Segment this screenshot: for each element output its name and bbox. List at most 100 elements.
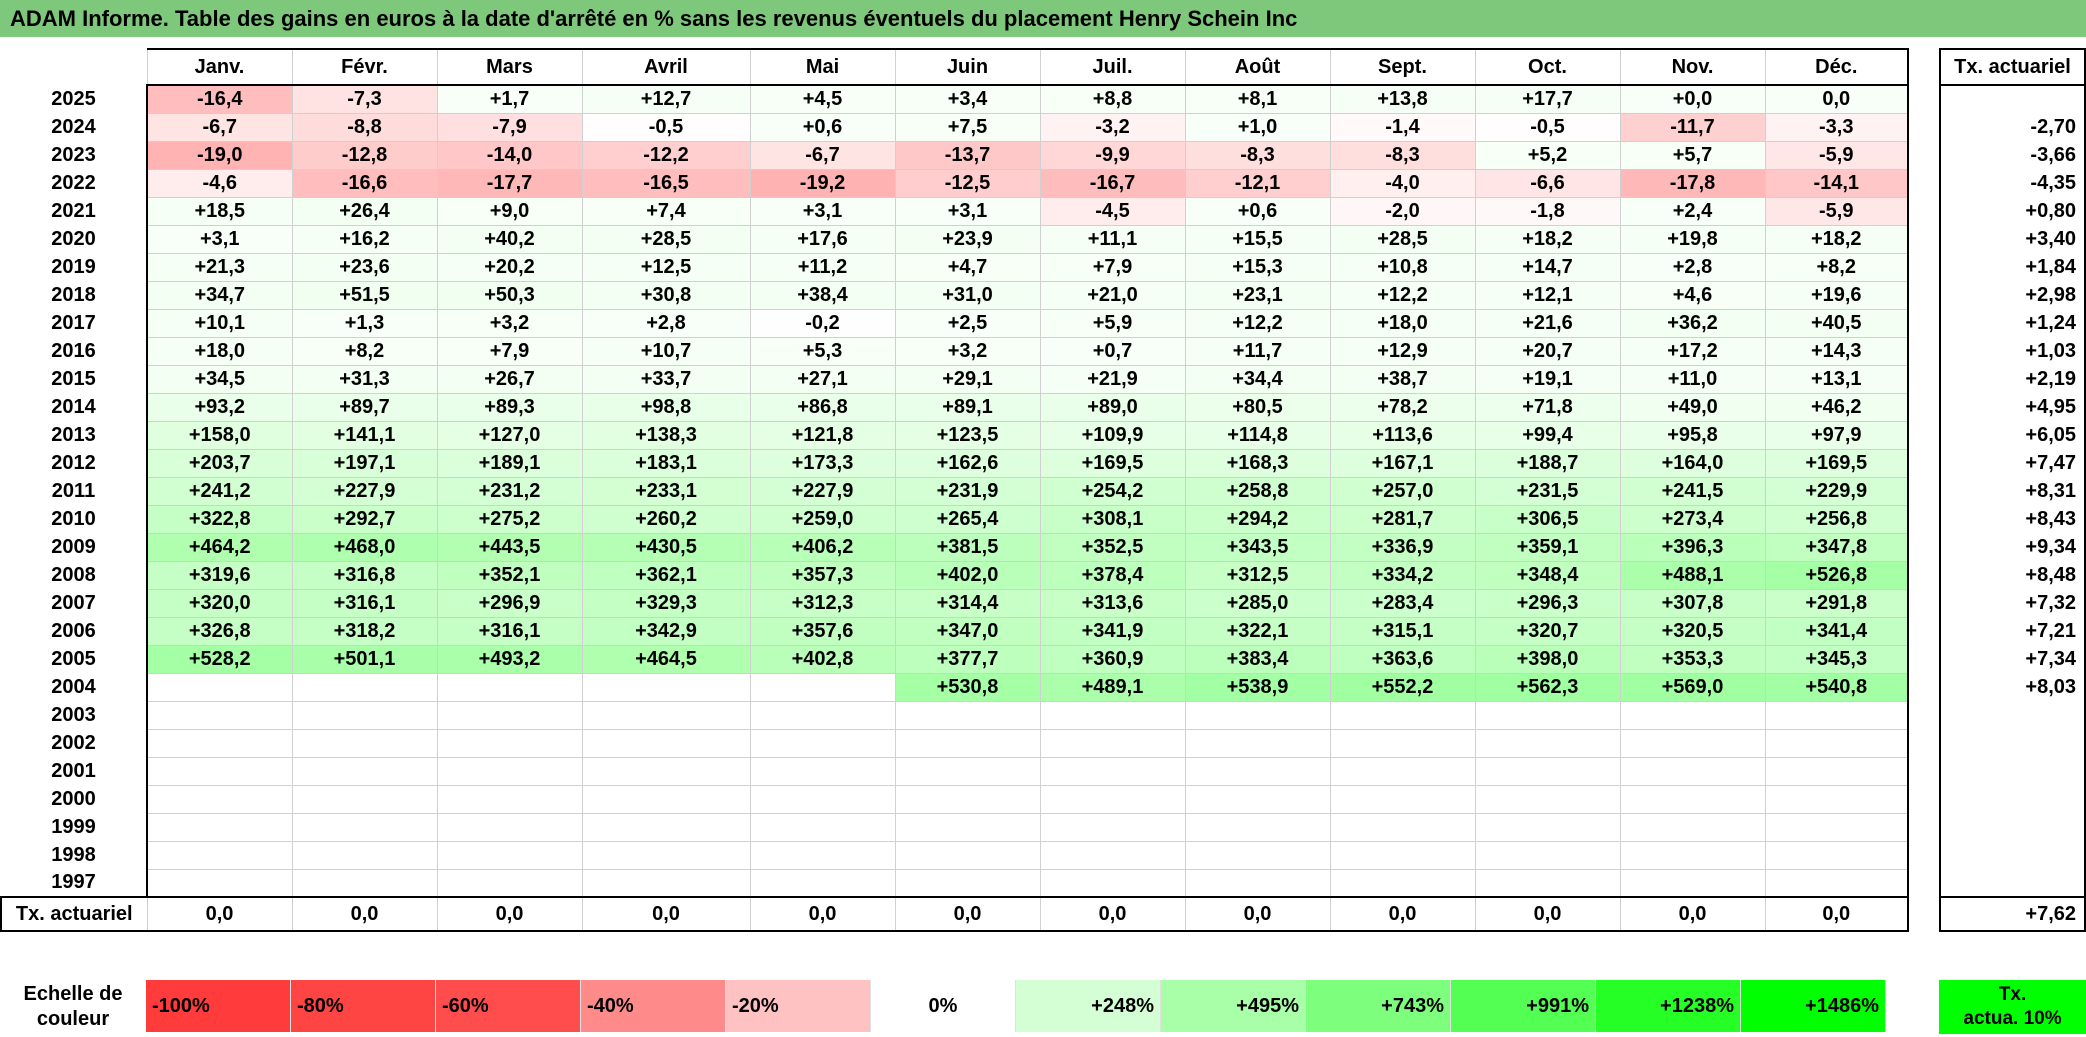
- gain-cell[interactable]: +19,6: [1764, 280, 1909, 310]
- gain-cell[interactable]: +312,3: [749, 588, 896, 618]
- gain-cell[interactable]: [1474, 728, 1621, 758]
- gain-cell[interactable]: +343,5: [1184, 532, 1331, 562]
- gain-cell[interactable]: +89,0: [1039, 392, 1186, 422]
- gain-cell[interactable]: +322,1: [1184, 616, 1331, 646]
- gain-cell[interactable]: +345,3: [1764, 644, 1909, 674]
- gain-cell[interactable]: +21,9: [1039, 364, 1186, 394]
- gain-cell[interactable]: +231,9: [894, 476, 1041, 506]
- gain-cell[interactable]: +316,1: [291, 588, 438, 618]
- gain-cell[interactable]: [1039, 728, 1186, 758]
- gain-cell[interactable]: +164,0: [1619, 448, 1766, 478]
- gain-cell[interactable]: +3,1: [146, 224, 293, 254]
- gain-cell[interactable]: -7,3: [291, 84, 438, 114]
- gain-cell[interactable]: +31,3: [291, 364, 438, 394]
- gain-cell[interactable]: +296,9: [436, 588, 583, 618]
- gain-cell[interactable]: -16,5: [581, 168, 751, 198]
- gain-cell[interactable]: [581, 840, 751, 870]
- gain-cell[interactable]: +363,6: [1329, 644, 1476, 674]
- gain-cell[interactable]: [749, 812, 896, 842]
- gain-cell[interactable]: -8,8: [291, 112, 438, 142]
- gain-cell[interactable]: +294,2: [1184, 504, 1331, 534]
- gain-cell[interactable]: -4,5: [1039, 196, 1186, 226]
- gain-cell[interactable]: [894, 868, 1041, 898]
- gain-cell[interactable]: [291, 840, 438, 870]
- gain-cell[interactable]: [1619, 756, 1766, 786]
- gain-cell[interactable]: [1184, 868, 1331, 898]
- gain-cell[interactable]: [291, 784, 438, 814]
- gain-cell[interactable]: +306,5: [1474, 504, 1621, 534]
- gain-cell[interactable]: +296,3: [1474, 588, 1621, 618]
- gain-cell[interactable]: [1329, 840, 1476, 870]
- gain-cell[interactable]: +19,8: [1619, 224, 1766, 254]
- gain-cell[interactable]: +80,5: [1184, 392, 1331, 422]
- gain-cell[interactable]: +488,1: [1619, 560, 1766, 590]
- gain-cell[interactable]: +468,0: [291, 532, 438, 562]
- gain-cell[interactable]: +9,0: [436, 196, 583, 226]
- gain-cell[interactable]: +11,2: [749, 252, 896, 282]
- gain-cell[interactable]: +98,8: [581, 392, 751, 422]
- gain-cell[interactable]: +5,3: [749, 336, 896, 366]
- gain-cell[interactable]: [291, 812, 438, 842]
- gain-cell[interactable]: +138,3: [581, 420, 751, 450]
- gain-cell[interactable]: +78,2: [1329, 392, 1476, 422]
- gain-cell[interactable]: +316,8: [291, 560, 438, 590]
- gain-cell[interactable]: [1039, 812, 1186, 842]
- gain-cell[interactable]: +4,6: [1619, 280, 1766, 310]
- gain-cell[interactable]: [291, 728, 438, 758]
- gain-cell[interactable]: +347,8: [1764, 532, 1909, 562]
- gain-cell[interactable]: +23,6: [291, 252, 438, 282]
- gain-cell[interactable]: +50,3: [436, 280, 583, 310]
- gain-cell[interactable]: +241,2: [146, 476, 293, 506]
- gain-cell[interactable]: +292,7: [291, 504, 438, 534]
- gain-cell[interactable]: [1474, 868, 1621, 898]
- gain-cell[interactable]: +2,8: [581, 308, 751, 338]
- gain-cell[interactable]: [1474, 840, 1621, 870]
- gain-cell[interactable]: +26,4: [291, 196, 438, 226]
- gain-cell[interactable]: [436, 728, 583, 758]
- gain-cell[interactable]: +4,5: [749, 84, 896, 114]
- gain-cell[interactable]: +20,7: [1474, 336, 1621, 366]
- gain-cell[interactable]: -6,7: [749, 140, 896, 170]
- gain-cell[interactable]: [436, 868, 583, 898]
- gain-cell[interactable]: +173,3: [749, 448, 896, 478]
- gain-cell[interactable]: +227,9: [749, 476, 896, 506]
- gain-cell[interactable]: +334,2: [1329, 560, 1476, 590]
- gain-cell[interactable]: [1329, 756, 1476, 786]
- gain-cell[interactable]: +281,7: [1329, 504, 1476, 534]
- gain-cell[interactable]: +258,8: [1184, 476, 1331, 506]
- gain-cell[interactable]: +377,7: [894, 644, 1041, 674]
- gain-cell[interactable]: +464,2: [146, 532, 293, 562]
- gain-cell[interactable]: +38,4: [749, 280, 896, 310]
- gain-cell[interactable]: +114,8: [1184, 420, 1331, 450]
- gain-cell[interactable]: +89,7: [291, 392, 438, 422]
- gain-cell[interactable]: [1184, 700, 1331, 730]
- gain-cell[interactable]: [1039, 700, 1186, 730]
- gain-cell[interactable]: +342,9: [581, 616, 751, 646]
- gain-cell[interactable]: +10,7: [581, 336, 751, 366]
- gain-cell[interactable]: +189,1: [436, 448, 583, 478]
- gain-cell[interactable]: +71,8: [1474, 392, 1621, 422]
- gain-cell[interactable]: [581, 672, 751, 702]
- gain-cell[interactable]: [436, 672, 583, 702]
- gain-cell[interactable]: -4,0: [1329, 168, 1476, 198]
- gain-cell[interactable]: [146, 784, 293, 814]
- gain-cell[interactable]: +360,9: [1039, 644, 1186, 674]
- gain-cell[interactable]: [1764, 756, 1909, 786]
- gain-cell[interactable]: +14,7: [1474, 252, 1621, 282]
- gain-cell[interactable]: +352,1: [436, 560, 583, 590]
- gain-cell[interactable]: +320,7: [1474, 616, 1621, 646]
- gain-cell[interactable]: [1474, 812, 1621, 842]
- gain-cell[interactable]: +0,0: [1619, 84, 1766, 114]
- gain-cell[interactable]: +254,2: [1039, 476, 1186, 506]
- gain-cell[interactable]: +329,3: [581, 588, 751, 618]
- gain-cell[interactable]: [291, 868, 438, 898]
- gain-cell[interactable]: +275,2: [436, 504, 583, 534]
- gain-cell[interactable]: +319,6: [146, 560, 293, 590]
- gain-cell[interactable]: +30,8: [581, 280, 751, 310]
- gain-cell[interactable]: +21,3: [146, 252, 293, 282]
- gain-cell[interactable]: -19,2: [749, 168, 896, 198]
- gain-cell[interactable]: +430,5: [581, 532, 751, 562]
- gain-cell[interactable]: -14,0: [436, 140, 583, 170]
- gain-cell[interactable]: [1764, 700, 1909, 730]
- gain-cell[interactable]: +19,1: [1474, 364, 1621, 394]
